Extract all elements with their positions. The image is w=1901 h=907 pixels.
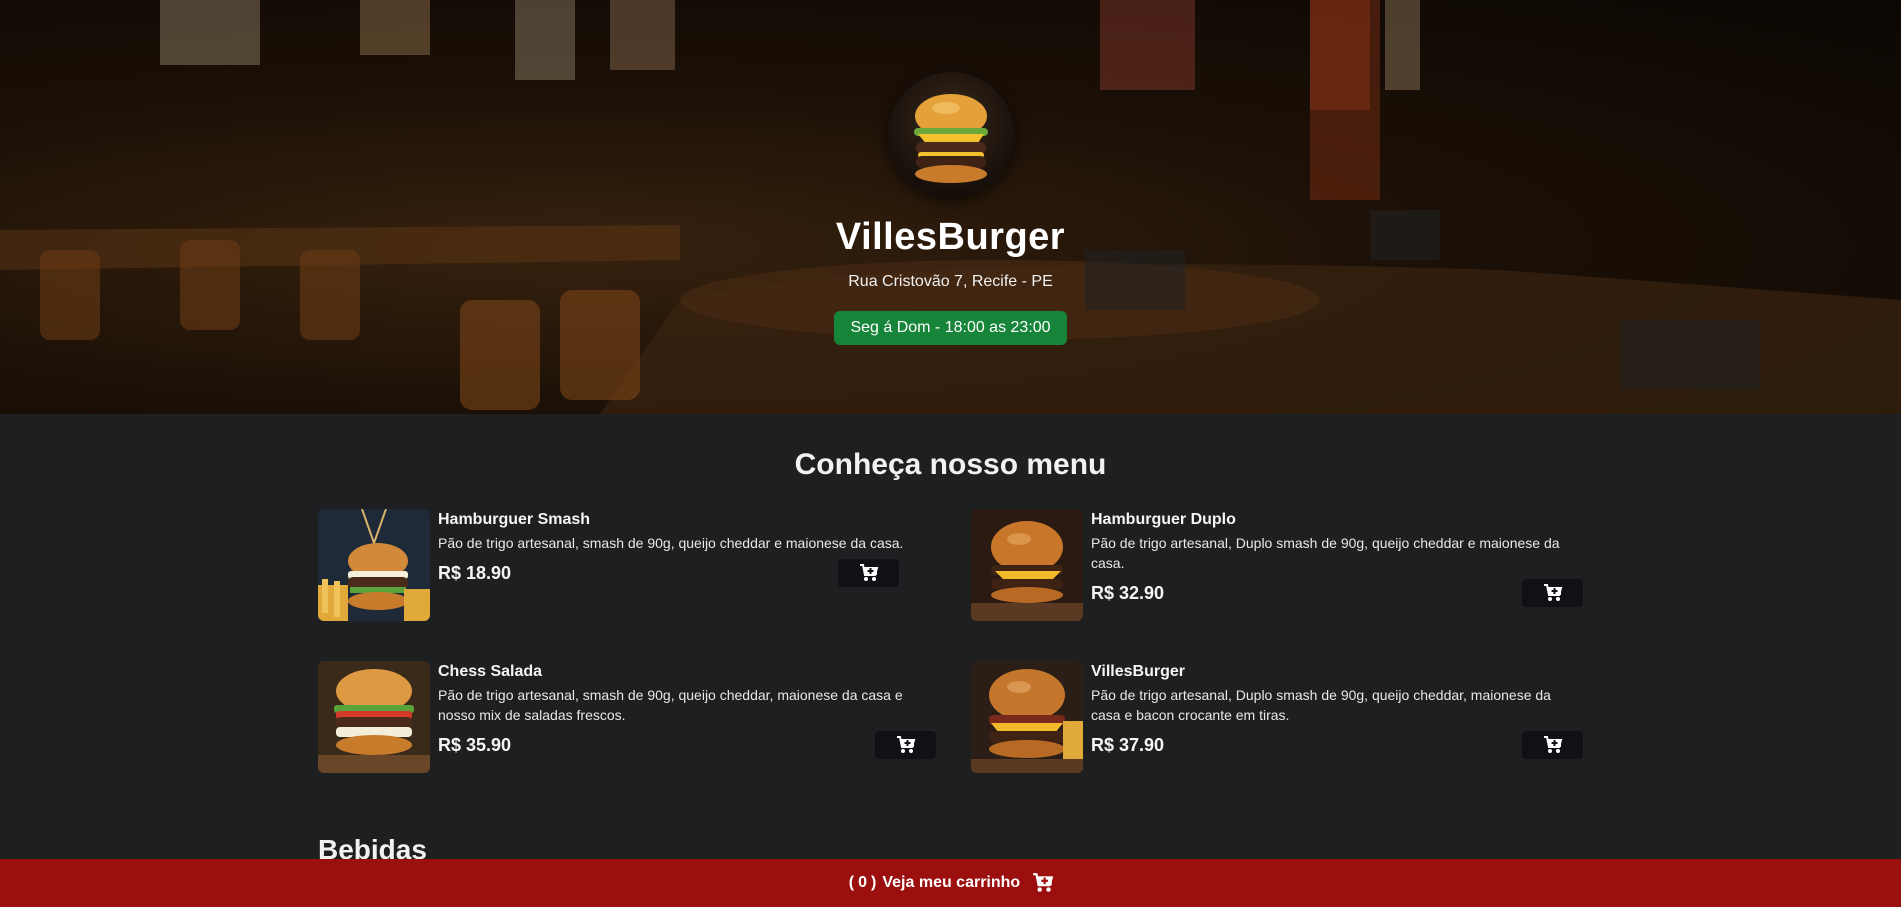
restaurant-name: VillesBurger: [835, 216, 1066, 258]
menu-item-price: R$ 18.90: [438, 562, 512, 583]
view-cart-bar[interactable]: ( 0 ) Veja meu carrinho: [0, 859, 1901, 907]
menu-item-description: Pão de trigo artesanal, Duplo smash de 9…: [1091, 535, 1560, 571]
menu-item-name: VillesBurger: [1091, 663, 1185, 680]
menu-grid: Hamburguer Smash Pão de trigo artesanal,…: [318, 509, 1583, 773]
logo-burger-image: [887, 72, 1014, 198]
menu-item-body: VillesBurger Pão de trigo artesanal, Dup…: [1091, 661, 1583, 773]
menu-item-body: Hamburguer Smash Pão de trigo artesanal,…: [438, 509, 936, 621]
add-to-cart-button[interactable]: [838, 559, 899, 587]
menu-item-footer: R$ 32.90: [1091, 579, 1583, 607]
menu-item-description: Pão de trigo artesanal, smash de 90g, qu…: [438, 687, 903, 723]
menu-item-footer: R$ 37.90: [1091, 731, 1583, 759]
menu-item-name: Chess Salada: [438, 663, 543, 680]
bacon-burger-photo: [971, 661, 1083, 773]
view-cart-label: Veja meu carrinho: [882, 874, 1021, 891]
menu-item: Hamburguer Smash Pão de trigo artesanal,…: [318, 509, 936, 621]
cart-plus-icon: [1543, 584, 1562, 601]
cart-plus-icon: [859, 564, 878, 581]
menu-item-footer: R$ 35.90: [438, 731, 936, 759]
add-to-cart-button[interactable]: [875, 731, 936, 759]
menu-title: Conheça nosso menu: [794, 448, 1107, 481]
menu-item: Hamburguer Duplo Pão de trigo artesanal,…: [971, 509, 1583, 621]
add-to-cart-button[interactable]: [1522, 579, 1583, 607]
menu-item-footer: R$ 18.90: [438, 559, 899, 587]
cart-plus-icon: [1543, 736, 1562, 753]
double-burger-photo: [971, 509, 1083, 621]
menu-item-description: Pão de trigo artesanal, Duplo smash de 9…: [1091, 687, 1551, 723]
cart-icon: [1033, 873, 1054, 892]
hero-banner: VillesBurger Rua Cristovão 7, Recife - P…: [0, 0, 1901, 414]
burger-with-fries-photo: [318, 509, 430, 621]
menu-item-description: Pão de trigo artesanal, smash de 90g, qu…: [438, 535, 904, 551]
cart-open-paren: (: [848, 874, 855, 891]
restaurant-address: Rua Cristovão 7, Recife - PE: [848, 273, 1053, 290]
menu-item: Chess Salada Pão de trigo artesanal, sma…: [318, 661, 936, 773]
opening-hours-badge: Seg á Dom - 18:00 as 23:00: [834, 311, 1067, 345]
add-to-cart-button[interactable]: [1522, 731, 1583, 759]
menu-item-body: Chess Salada Pão de trigo artesanal, sma…: [438, 661, 936, 773]
salad-burger-photo: [318, 661, 430, 773]
cart-item-count: 0: [858, 874, 868, 891]
menu-item-name: Hamburguer Duplo: [1091, 511, 1236, 528]
menu-item-price: R$ 35.90: [438, 734, 512, 755]
menu-item-body: Hamburguer Duplo Pão de trigo artesanal,…: [1091, 509, 1583, 621]
cart-close-paren: ): [871, 874, 877, 891]
cart-plus-icon: [896, 736, 915, 753]
menu-item-name: Hamburguer Smash: [438, 511, 591, 528]
menu-item-price: R$ 37.90: [1091, 734, 1165, 755]
hero-content: VillesBurger Rua Cristovão 7, Recife - P…: [0, 0, 1901, 414]
menu-item-price: R$ 32.90: [1091, 582, 1165, 603]
menu-item: VillesBurger Pão de trigo artesanal, Dup…: [971, 661, 1583, 773]
